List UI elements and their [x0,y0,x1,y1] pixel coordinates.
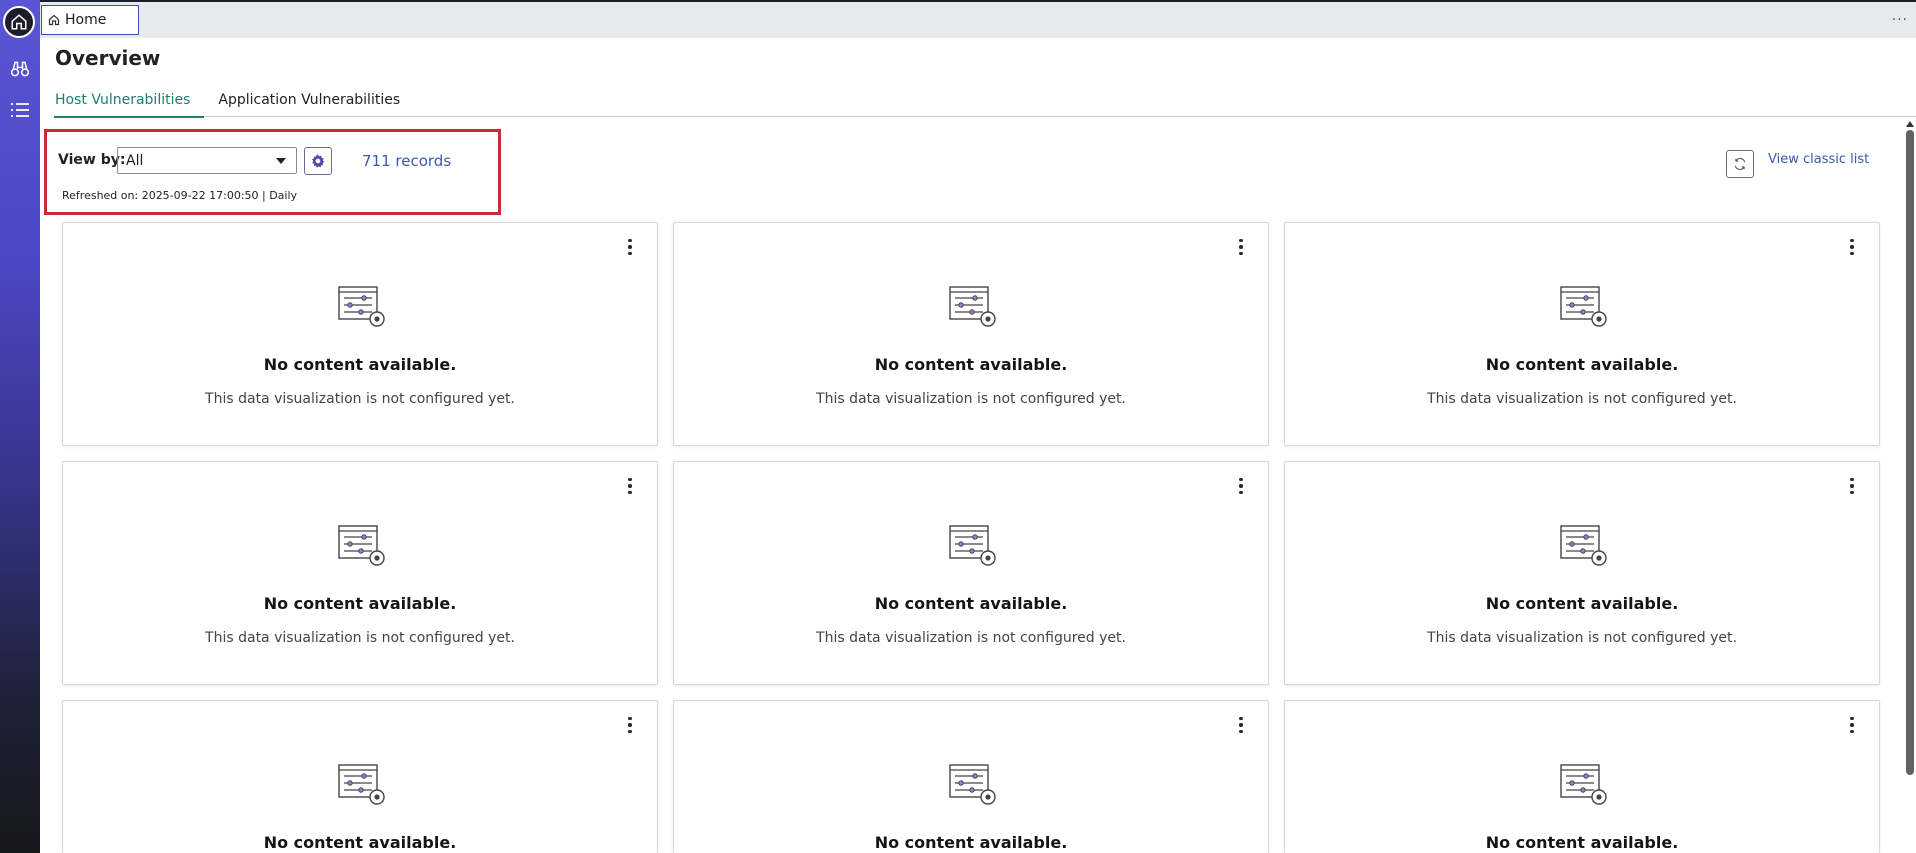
card-subtitle: This data visualization is not configure… [205,391,515,407]
view-by-select[interactable]: All [117,147,297,174]
view-by-label: View by: [58,152,126,168]
records-count[interactable]: 711 records [362,152,451,170]
list-icon[interactable] [9,99,31,121]
kebab-menu-icon[interactable] [627,478,633,494]
kebab-menu-icon[interactable] [627,717,633,733]
tab-bar: Host Vulnerabilities Application Vulnera… [54,88,1916,118]
card-title: No content available. [874,594,1068,613]
visualization-card: No content available. This data visualiz… [1284,222,1880,446]
settings-sliders-illustration [1560,525,1607,566]
card-title: No content available. [874,833,1068,852]
kebab-menu-icon[interactable] [1849,239,1855,255]
gear-icon [311,154,325,168]
settings-sliders-illustration [1560,286,1607,327]
card-title: No content available. [874,355,1068,374]
refreshed-on-text: Refreshed on: 2025-09-22 17:00:50 | Dail… [62,189,298,202]
settings-sliders-illustration [1560,764,1607,805]
more-menu-icon[interactable]: ··· [1892,12,1908,28]
scrollbar-thumb[interactable] [1906,130,1914,775]
binoculars-icon[interactable] [9,58,31,80]
visualization-card: No content available. This data visualiz… [62,461,658,685]
sync-icon [1734,157,1746,171]
visualization-card: No content available. This data visualiz… [673,461,1269,685]
card-subtitle: This data visualization is not configure… [816,391,1126,407]
card-subtitle: This data visualization is not configure… [1427,391,1737,407]
visualization-card: No content available. [62,700,658,853]
view-by-value: All [126,152,144,169]
scroll-up-arrow[interactable] [1906,121,1914,127]
card-title: No content available. [263,355,457,374]
sync-button[interactable] [1726,150,1754,178]
refresh-settings-button[interactable] [304,147,332,175]
kebab-menu-icon[interactable] [1849,478,1855,494]
kebab-menu-icon[interactable] [1238,478,1244,494]
tab-home[interactable]: Home [41,5,139,35]
visualization-card: No content available. This data visualiz… [62,222,658,446]
tab-application-vulnerabilities[interactable]: Application Vulnerabilities [204,88,414,116]
visualization-card: No content available. [673,700,1269,853]
settings-sliders-illustration [949,764,996,805]
visualization-card: No content available. This data visualiz… [1284,461,1880,685]
left-nav-rail [0,0,40,853]
card-title: No content available. [263,833,457,852]
page-title: Overview [55,46,161,70]
kebab-menu-icon[interactable] [1238,239,1244,255]
settings-sliders-illustration [338,286,385,327]
visualization-card: No content available. This data visualiz… [673,222,1269,446]
view-classic-list-link[interactable]: View classic list [1768,152,1869,167]
kebab-menu-icon[interactable] [1849,717,1855,733]
card-title: No content available. [1485,833,1679,852]
card-subtitle: This data visualization is not configure… [205,630,515,646]
card-subtitle: This data visualization is not configure… [816,630,1126,646]
kebab-menu-icon[interactable] [627,239,633,255]
card-subtitle: This data visualization is not configure… [1427,630,1737,646]
card-title: No content available. [263,594,457,613]
tab-host-vulnerabilities[interactable]: Host Vulnerabilities [54,88,205,118]
settings-sliders-illustration [338,525,385,566]
visualization-card: No content available. [1284,700,1880,853]
card-title: No content available. [1485,355,1679,374]
home-icon [48,14,60,26]
tab-home-label: Home [65,12,107,28]
home-icon[interactable] [3,6,35,38]
settings-sliders-illustration [949,525,996,566]
settings-sliders-illustration [949,286,996,327]
card-title: No content available. [1485,594,1679,613]
caret-down-icon [276,158,286,164]
kebab-menu-icon[interactable] [1238,717,1244,733]
settings-sliders-illustration [338,764,385,805]
top-bar: Home ··· [40,0,1916,38]
